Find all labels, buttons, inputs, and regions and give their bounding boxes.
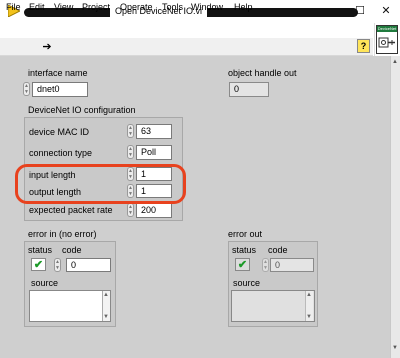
error-out-source-indicator	[231, 290, 315, 322]
error-out-code-indicator: 0	[270, 258, 314, 272]
error-in-status-label: status	[28, 245, 53, 255]
error-in-label: error in (no error)	[28, 229, 97, 239]
menu-bar	[0, 23, 400, 38]
expected-packet-rate-label: expected packet rate	[29, 205, 113, 215]
toolbar	[0, 38, 373, 56]
device-mac-id-field[interactable]: 63	[136, 124, 172, 139]
expected-packet-rate-spinner[interactable]: ▲ ▼	[127, 203, 134, 217]
connection-type-spinner[interactable]: ▲ ▼	[127, 145, 134, 159]
run-arrow-icon[interactable]: ➔	[40, 40, 54, 54]
scroll-up-icon[interactable]: ▲	[305, 291, 313, 299]
connection-type-field[interactable]: Poll	[136, 145, 172, 160]
error-out-code-label: code	[268, 245, 288, 255]
error-in-source-field[interactable]	[29, 290, 111, 322]
scroll-down-icon[interactable]: ▼	[391, 344, 399, 352]
error-out-code-spinner: ▲ ▼	[262, 258, 269, 272]
error-in-code-field[interactable]: 0	[66, 258, 111, 272]
error-out-source-label: source	[233, 278, 261, 288]
interface-name-label: interface name	[28, 68, 88, 78]
error-out-label: error out	[228, 229, 263, 239]
menu-help[interactable]: Help	[234, 1, 253, 14]
menu-project[interactable]: Project	[82, 1, 110, 14]
interface-name-field[interactable]: dnet0	[32, 82, 88, 97]
device-connector-icon	[378, 37, 395, 48]
highlight-annotation	[15, 164, 186, 204]
scroll-down-icon[interactable]: ▼	[102, 313, 110, 321]
scroll-up-icon[interactable]: ▲	[102, 291, 110, 299]
error-out-status-label: status	[232, 245, 257, 255]
object-handle-out-indicator: 0	[229, 82, 269, 97]
device-mac-id-spinner[interactable]: ▲ ▼	[127, 124, 134, 138]
expected-packet-rate-field[interactable]: 200	[136, 203, 172, 218]
close-button[interactable]: ✕	[372, 0, 400, 23]
scroll-up-icon[interactable]: ▲	[391, 58, 399, 66]
error-in-code-spinner[interactable]: ▲ ▼	[54, 258, 61, 272]
vi-icon-label: DeviceNet	[377, 26, 397, 32]
error-in-source-label: source	[31, 278, 59, 288]
connection-type-label: connection type	[29, 148, 93, 158]
device-mac-id-label: device MAC ID	[29, 127, 90, 137]
context-help-button[interactable]: ?	[357, 39, 370, 53]
menu-view[interactable]: View	[54, 1, 73, 14]
error-in-status-checkbox[interactable]: ✔	[31, 258, 46, 271]
menu-operate[interactable]: Operate	[120, 1, 153, 14]
interface-name-spinner[interactable]: ▲ ▼	[23, 82, 30, 96]
object-handle-out-label: object handle out	[228, 68, 297, 78]
menu-edit[interactable]: Edit	[29, 1, 45, 14]
config-cluster-label: DeviceNet IO configuration	[28, 105, 136, 115]
error-out-status-indicator: ✔	[235, 258, 250, 271]
scroll-down-icon[interactable]: ▼	[305, 313, 313, 321]
menu-tools[interactable]: Tools	[162, 1, 183, 14]
menu-file[interactable]: File	[6, 1, 21, 14]
vertical-scrollbar[interactable]	[390, 56, 400, 358]
error-in-code-label: code	[62, 245, 82, 255]
maximize-button[interactable]: ☐	[346, 0, 374, 23]
menu-window[interactable]: Window	[191, 1, 223, 14]
